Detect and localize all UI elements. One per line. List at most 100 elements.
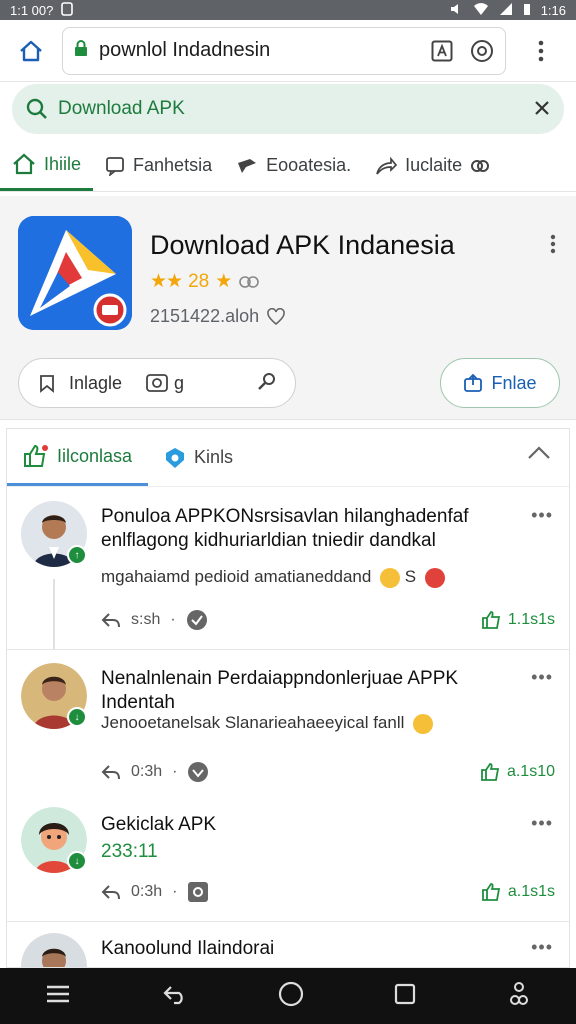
rating-stars-icon: ★★ <box>150 271 183 292</box>
divider <box>7 649 569 650</box>
back-icon <box>163 985 183 1004</box>
reply-icon[interactable] <box>101 612 121 628</box>
wifi-icon <box>473 2 489 19</box>
app-actions-pill[interactable]: Inlagle g <box>18 358 296 408</box>
search-icon <box>26 98 47 119</box>
app-card: Download APK Indanesia ★★ 28 ★ 2151422.a… <box>0 196 576 420</box>
tab-fourth[interactable]: Iuclaite <box>363 140 502 191</box>
tab-comments[interactable]: Iilconlasa <box>7 429 149 486</box>
mute-icon <box>449 2 463 19</box>
search-icon <box>258 372 275 390</box>
comment-more-button[interactable]: ••• <box>531 813 553 834</box>
browser-menu-button[interactable] <box>506 40 576 62</box>
like-count: 1.1s1s <box>507 611 555 628</box>
category-tabs: Ihiile Fanhetsia Eooatesia. Iuclaite <box>0 140 576 192</box>
chat-icon <box>106 156 124 176</box>
accessibility-icon <box>509 981 528 1005</box>
home-icon <box>13 153 35 175</box>
search-field[interactable]: Download APK <box>12 84 564 134</box>
comment-more-button[interactable]: ••• <box>531 505 553 526</box>
comment-item: ↓ Gekiclak APK 233:11 ••• 0:3h · a.1s1s <box>7 801 569 921</box>
verified-badge-icon: ↓ <box>67 851 87 871</box>
reply-icon[interactable] <box>101 884 121 900</box>
accessibility-button[interactable] <box>507 981 531 1012</box>
tab-label: Fanhetsia <box>133 155 213 175</box>
like-button[interactable]: 1.1s1s <box>481 611 555 629</box>
home-nav-button[interactable] <box>278 981 304 1012</box>
tab-label: Kinls <box>194 447 234 467</box>
tab-links[interactable]: Kinls <box>148 429 249 486</box>
lock-icon <box>73 39 89 62</box>
like-button[interactable]: a.1s10 <box>481 763 555 781</box>
notification-icon <box>61 1 74 19</box>
divider <box>7 921 569 922</box>
comment-more-button[interactable]: ••• <box>531 937 553 958</box>
comment-actions: s:sh · <box>101 609 208 631</box>
like-button[interactable]: a.1s1s <box>481 883 555 901</box>
install-button[interactable]: Fnlae <box>440 358 560 408</box>
status-time-right: 1:16 <box>540 2 566 18</box>
thread-line <box>53 579 55 649</box>
comment-item: ↓ Nenalnlenain Perdaiappndonlerjuae APPK… <box>7 651 569 801</box>
tab-third[interactable]: Eooatesia. <box>224 140 363 191</box>
back-button[interactable] <box>162 983 188 1010</box>
app-action-aux: g <box>174 372 185 393</box>
reviewers-icon <box>239 275 260 288</box>
menu-button[interactable] <box>45 984 71 1009</box>
link-icon <box>471 159 490 172</box>
app-action-label: Inlagle <box>69 372 123 393</box>
app-menu-button[interactable] <box>550 234 556 259</box>
clear-search-button[interactable] <box>534 96 550 122</box>
reaction-icon[interactable] <box>186 609 208 631</box>
comment-time: s:sh <box>131 611 161 628</box>
comments-tabs: Iilconlasa Kinls <box>7 429 569 487</box>
bookmark-icon <box>40 375 54 393</box>
reaction-icon[interactable] <box>187 761 209 783</box>
comment-actions: 0:3h · <box>101 881 209 903</box>
app-logo[interactable] <box>18 216 132 330</box>
translate-button[interactable] <box>429 38 455 64</box>
more-vert-icon <box>538 40 544 61</box>
megaphone-icon <box>238 158 257 173</box>
reload-button[interactable] <box>469 38 495 64</box>
shield-icon <box>166 447 185 468</box>
recents-button[interactable] <box>394 983 416 1010</box>
comment-body-text: Jenooetanelsak Slanarieahaeeyical fanll <box>101 713 405 732</box>
comment-time: 0:3h <box>131 883 163 900</box>
comment-body: 233:11 <box>101 841 158 862</box>
address-bar[interactable]: pownlol Indadnesin <box>62 26 506 75</box>
app-action-secondary[interactable]: g <box>146 373 184 394</box>
reload-icon <box>471 39 493 62</box>
tab-second[interactable]: Fanhetsia <box>93 140 224 191</box>
like-count: a.1s1s <box>507 883 555 900</box>
avatar[interactable] <box>21 933 87 967</box>
url-text: pownlol Indadnesin <box>99 39 271 61</box>
collapse-button[interactable] <box>527 445 551 466</box>
rating-star-icon: ★ <box>215 271 232 292</box>
circle-home-icon <box>278 981 304 1006</box>
gallery-icon[interactable] <box>187 881 209 903</box>
reply-icon[interactable] <box>101 764 121 780</box>
search-small-button[interactable] <box>257 371 277 396</box>
verified-badge-icon: ↑ <box>67 545 87 565</box>
thumbs-up-icon <box>481 883 500 901</box>
app-meta: 2151422.aloh <box>150 306 285 327</box>
comment-more-button[interactable]: ••• <box>531 667 553 688</box>
rating-value: 28 <box>188 270 210 292</box>
thumbs-up-icon <box>481 763 500 781</box>
separator-dot: · <box>170 611 176 628</box>
home-button[interactable] <box>0 20 62 82</box>
home-icon <box>20 40 42 61</box>
separator-dot: · <box>172 763 178 780</box>
comment-item: ↑ Ponuloa APPKONsrsisavlan hilanghadenfa… <box>7 487 569 649</box>
chevron-up-icon <box>528 446 550 459</box>
menu-icon <box>47 985 70 1002</box>
share-icon <box>376 156 398 175</box>
comment-title: Gekiclak APK <box>101 814 217 835</box>
battery-icon <box>523 2 531 19</box>
app-rating: ★★ 28 ★ <box>150 270 261 293</box>
comment-item: Kanoolund Ilaindorai ••• <box>7 923 569 967</box>
tab-home[interactable]: Ihiile <box>0 140 94 191</box>
thumbs-up-icon <box>24 444 48 467</box>
heart-icon <box>267 307 285 325</box>
